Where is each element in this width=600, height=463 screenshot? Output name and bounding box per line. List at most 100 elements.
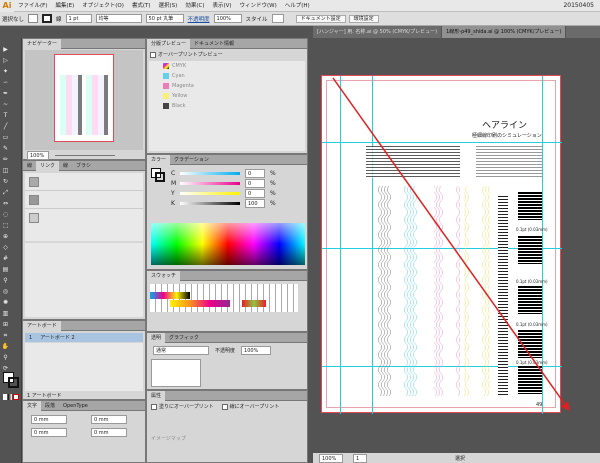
tab-brush[interactable]: ブラシ	[72, 161, 95, 171]
char-field[interactable]: 0 mm	[31, 415, 67, 424]
warp-tool-icon[interactable]: ◌	[1, 210, 10, 219]
cyan-slider[interactable]	[180, 171, 240, 175]
list-item[interactable]	[25, 173, 143, 191]
tab-character[interactable]: 文字	[23, 400, 42, 411]
magenta-value[interactable]: 0	[245, 178, 265, 188]
hand-tool-icon[interactable]: ✋	[1, 342, 10, 351]
list-item[interactable]	[25, 209, 143, 227]
tab-document-info[interactable]: ドキュメント情報	[190, 39, 238, 49]
color-mode-buttons[interactable]	[3, 394, 19, 400]
brush-select[interactable]: 50 pt 丸筆	[145, 14, 184, 23]
tab-swatches[interactable]: スウォッチ	[147, 270, 181, 281]
color-fill-stroke[interactable]	[151, 168, 165, 182]
eraser-tool-icon[interactable]: ◫	[1, 166, 10, 175]
width-tool-icon[interactable]: ⇔	[1, 199, 10, 208]
menu-object[interactable]: オブジェクト(O)	[78, 0, 128, 12]
lasso-tool-icon[interactable]: ∽	[1, 78, 10, 87]
doc-tab-1[interactable]: [ハンジャー] 用. 名称.ai @ 50% (CMYK/プレビュー)	[313, 26, 443, 38]
rotate-tool-icon[interactable]: ↻	[1, 177, 10, 186]
document-canvas[interactable]: ヘアライン 極細線印刷のシミュレーション 0.1pt (0.03mm) 0.1p…	[313, 38, 600, 453]
scale-tool-icon[interactable]: ⤢	[1, 188, 10, 197]
menu-select[interactable]: 選択(S)	[155, 0, 182, 12]
tab-transparency[interactable]: 透明	[147, 332, 166, 343]
yellow-slider[interactable]	[180, 191, 240, 195]
workspace-label[interactable]: 20150405	[563, 2, 594, 9]
zoom-tool-icon[interactable]: ⚲	[1, 353, 10, 362]
swatch-grid[interactable]	[150, 284, 298, 312]
status-page[interactable]: 1	[353, 453, 367, 463]
perspective-tool-icon[interactable]: ◇	[1, 243, 10, 252]
color-spectrum[interactable]	[151, 223, 305, 265]
opacity-field[interactable]: 100%	[213, 14, 242, 23]
list-item[interactable]: Black	[149, 101, 305, 111]
graph-tool-icon[interactable]: ▥	[1, 309, 10, 318]
cyan-value[interactable]: 0	[245, 168, 265, 178]
list-item[interactable]	[25, 191, 143, 209]
navigator-zoom-slider[interactable]	[55, 155, 115, 156]
fill-swatch[interactable]	[28, 14, 39, 23]
symbol-sprayer-tool-icon[interactable]: ✺	[1, 298, 10, 307]
document-setup-button[interactable]: ドキュメント設定	[295, 14, 346, 23]
artboard-tool-icon[interactable]: ⊞	[1, 320, 10, 329]
menu-edit[interactable]: 編集(E)	[51, 0, 78, 12]
doc-tab-2[interactable]: 1線形-p49_shida.ai @ 100% (CMYK/プレビュー)	[442, 26, 567, 38]
paintbrush-tool-icon[interactable]: ✎	[1, 144, 10, 153]
fill-overprint-checkbox[interactable]	[151, 403, 157, 410]
tab-separations-preview[interactable]: 分版プレビュー	[147, 38, 191, 49]
char-field[interactable]: 0 mm	[31, 428, 67, 437]
pen-tool-icon[interactable]: ✒	[1, 89, 10, 98]
tab-opentype[interactable]: OpenType	[59, 401, 92, 411]
fill-stroke-widget[interactable]	[3, 372, 19, 388]
blend-tool-icon[interactable]: ◎	[1, 287, 10, 296]
preferences-button[interactable]: 環境設定	[348, 14, 379, 23]
tab-attributes[interactable]: 属性	[147, 390, 166, 401]
char-field[interactable]: 0 mm	[91, 415, 127, 424]
blend-mode-select[interactable]: 通常	[153, 346, 209, 355]
menu-help[interactable]: ヘルプ(H)	[281, 0, 314, 12]
black-slider[interactable]	[180, 201, 240, 205]
yellow-value[interactable]: 0	[245, 188, 265, 198]
pencil-tool-icon[interactable]: ✏	[1, 155, 10, 164]
status-zoom[interactable]: 100%	[319, 453, 343, 463]
artboard-row[interactable]: 1 アートボード 2	[25, 333, 143, 342]
overprint-checkbox[interactable]	[150, 51, 156, 58]
tab-paragraph[interactable]: 段落	[41, 401, 59, 411]
menu-effect[interactable]: 効果(C)	[181, 0, 208, 12]
direct-selection-tool-icon[interactable]: ▷	[1, 56, 10, 65]
stroke-swatch[interactable]	[42, 14, 53, 23]
stroke-weight-field[interactable]: 1 pt	[65, 14, 92, 23]
list-item[interactable]: CMYK	[149, 61, 305, 71]
type-tool-icon[interactable]: T	[1, 111, 10, 120]
tab-artboards[interactable]: アートボード	[23, 320, 61, 331]
mesh-tool-icon[interactable]: #	[1, 254, 10, 263]
free-transform-tool-icon[interactable]: ⬚	[1, 221, 10, 230]
line-tool-icon[interactable]: ╱	[1, 122, 10, 131]
list-item[interactable]: Magenta	[149, 81, 305, 91]
tab-links[interactable]: リンク	[36, 160, 60, 171]
tab-color[interactable]: カラー	[147, 154, 171, 165]
menu-type[interactable]: 書式(T)	[128, 0, 155, 12]
stroke-overprint-checkbox[interactable]	[221, 403, 228, 410]
tab-navigator[interactable]: ナビゲーター	[23, 38, 62, 49]
magic-wand-tool-icon[interactable]: ✦	[1, 67, 10, 76]
style-select[interactable]	[271, 14, 284, 23]
tab-graphic-styles[interactable]: グラフィック	[165, 333, 203, 343]
eyedropper-tool-icon[interactable]: ⚲	[1, 276, 10, 285]
menu-window[interactable]: ウィンドウ(W)	[236, 0, 281, 12]
magenta-slider[interactable]	[180, 181, 240, 185]
char-field[interactable]: 0 mm	[91, 428, 127, 437]
opacity-field[interactable]: 100%	[241, 346, 272, 355]
slice-tool-icon[interactable]: ⌗	[1, 331, 10, 340]
rectangle-tool-icon[interactable]: ▭	[1, 133, 10, 142]
list-item[interactable]: Cyan	[149, 71, 305, 81]
opacity-label[interactable]: 不透明度	[188, 15, 210, 23]
tab-stroke[interactable]: 線	[23, 161, 36, 171]
black-value[interactable]: 100	[245, 198, 265, 208]
navigator-preview[interactable]	[25, 50, 143, 150]
menu-file[interactable]: ファイル(F)	[14, 0, 51, 12]
gradient-tool-icon[interactable]: ▤	[1, 265, 10, 274]
shape-builder-tool-icon[interactable]: ⊕	[1, 232, 10, 241]
curvature-tool-icon[interactable]: ~	[1, 100, 10, 109]
stroke-profile-select[interactable]: 均等	[95, 14, 142, 23]
list-item[interactable]: Yellow	[149, 91, 305, 101]
